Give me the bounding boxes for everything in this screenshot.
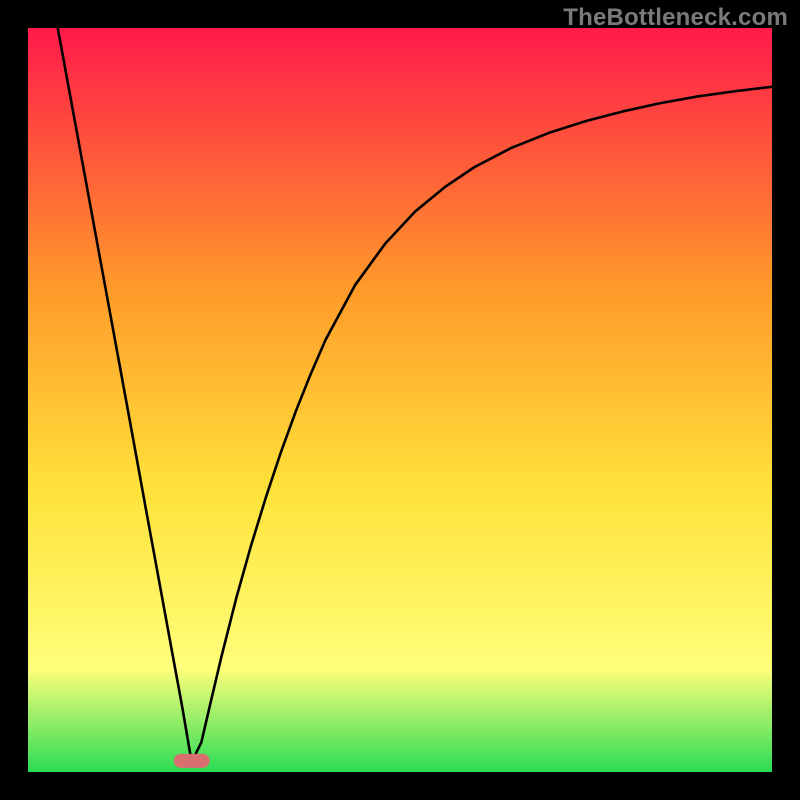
plot-frame (28, 28, 772, 772)
watermark-text: TheBottleneck.com (563, 4, 788, 32)
optimum-marker (174, 754, 210, 768)
bottleneck-chart (28, 28, 772, 772)
gradient-background (28, 28, 772, 772)
